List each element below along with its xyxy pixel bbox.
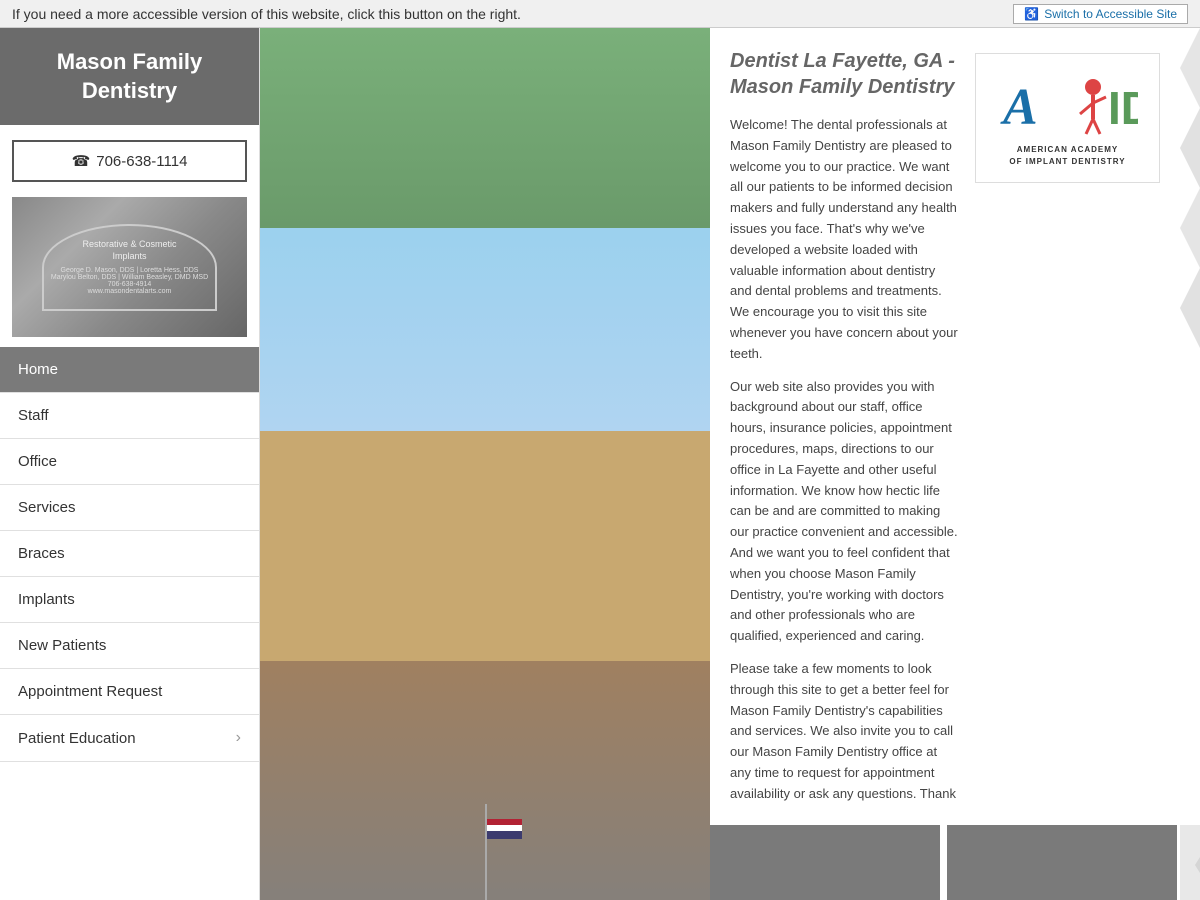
nav-item-implants[interactable]: Implants xyxy=(0,577,259,623)
building-photo xyxy=(260,28,710,900)
main-content: Dentist La Fayette, GA - Mason Family De… xyxy=(260,28,1200,900)
chevron-right-icon: › xyxy=(236,729,241,747)
nav-label-braces: Braces xyxy=(18,545,65,562)
nav-item-services[interactable]: Services xyxy=(0,485,259,531)
cosmetic-dentistry-card[interactable]: Cosmetic Dentistry xyxy=(710,825,940,900)
svg-text:A: A xyxy=(1000,79,1038,136)
phone-icon: ☎ xyxy=(72,152,91,170)
aaid-text: AMERICAN ACADEMY OF IMPLANT DENTISTRY xyxy=(1009,144,1125,168)
hero-column xyxy=(260,28,710,900)
nav-label-home: Home xyxy=(18,361,58,378)
nav-label-office: Office xyxy=(18,453,57,470)
intro-text: Dentist La Fayette, GA - Mason Family De… xyxy=(730,48,960,805)
aaid-logo: A ID xyxy=(975,53,1160,183)
nav-item-appointment[interactable]: Appointment Request xyxy=(0,669,259,715)
sidebar-image: Restorative & CosmeticImplants George D.… xyxy=(12,197,247,337)
nav-item-patient-education[interactable]: Patient Education › xyxy=(0,715,259,762)
phone-number: 706-638-1114 xyxy=(96,153,187,170)
nav-label-implants: Implants xyxy=(18,591,75,608)
accessible-btn-label: Switch to Accessible Site xyxy=(1044,7,1177,21)
nav-label-staff: Staff xyxy=(18,407,49,424)
aaid-logo-svg: A ID xyxy=(998,69,1138,139)
phone-button[interactable]: ☎ 706-638-1114 xyxy=(12,140,247,182)
nav-menu: Home Staff Office Services Braces Implan… xyxy=(0,347,259,900)
para1: Welcome! The dental professionals at Mas… xyxy=(730,115,960,365)
doctor-section-triangles xyxy=(1180,825,1200,900)
intro-section: Dentist La Fayette, GA - Mason Family De… xyxy=(710,28,1200,825)
layout: Mason Family Dentistry ☎ 706-638-1114 Re… xyxy=(0,28,1200,900)
accessible-button[interactable]: ♿ Switch to Accessible Site xyxy=(1013,4,1188,24)
nav-item-office[interactable]: Office xyxy=(0,439,259,485)
nav-label-patient-education: Patient Education xyxy=(18,730,136,747)
bottom-section: Cosmetic Dentistry xyxy=(710,825,1200,900)
svg-text:ID: ID xyxy=(1108,82,1138,134)
site-title: Mason Family Dentistry xyxy=(57,49,202,103)
nav-item-new-patients[interactable]: New Patients xyxy=(0,623,259,669)
sidebar-header: Mason Family Dentistry xyxy=(0,28,259,125)
para3: Please take a few moments to look throug… xyxy=(730,659,960,805)
top-bar: If you need a more accessible version of… xyxy=(0,0,1200,28)
para2: Our web site also provides you with back… xyxy=(730,377,960,647)
nav-label-new-patients: New Patients xyxy=(18,637,106,654)
aaid-graphic: A ID xyxy=(998,69,1138,139)
doctor-section: Meet Your Doctor Dr. George Mason DDS Dr… xyxy=(1180,825,1200,900)
sidebar: Mason Family Dentistry ☎ 706-638-1114 Re… xyxy=(0,28,260,900)
nav-label-appointment: Appointment Request xyxy=(18,683,162,700)
wheelchair-icon: ♿ xyxy=(1024,7,1039,21)
nav-item-staff[interactable]: Staff xyxy=(0,393,259,439)
main-heading: Dentist La Fayette, GA - Mason Family De… xyxy=(730,48,960,100)
main-inner: Dentist La Fayette, GA - Mason Family De… xyxy=(260,28,1200,900)
nav-item-braces[interactable]: Braces xyxy=(0,531,259,577)
top-bar-message: If you need a more accessible version of… xyxy=(12,6,521,22)
braces-card[interactable]: Braces (Orthodontia) xyxy=(947,825,1177,900)
service-cards: Cosmetic Dentistry xyxy=(710,825,1180,900)
right-column: Dentist La Fayette, GA - Mason Family De… xyxy=(710,28,1200,900)
nav-item-home[interactable]: Home xyxy=(0,347,259,393)
nav-label-services: Services xyxy=(18,499,76,516)
